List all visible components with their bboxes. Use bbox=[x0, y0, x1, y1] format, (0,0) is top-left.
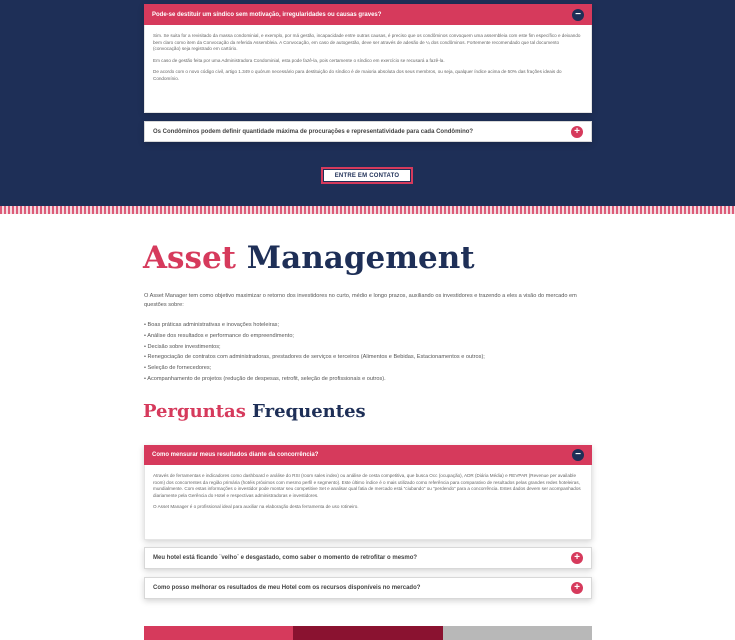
decorative-stripe bbox=[0, 206, 735, 214]
list-item: Decisão sobre investimentos; bbox=[144, 342, 594, 353]
faq-answer-paragraph: De acordo com o novo código civil, artig… bbox=[153, 69, 562, 81]
collapse-icon[interactable]: − bbox=[572, 8, 584, 21]
list-item: Seleção de fornecedores; bbox=[144, 363, 594, 374]
footer-bar-accent bbox=[144, 626, 294, 640]
faq-item-retrofit: Meu hotel está ficando ¨velho¨ e desgast… bbox=[144, 547, 592, 569]
footer-bar-gray bbox=[442, 626, 592, 640]
expand-icon[interactable]: + bbox=[571, 125, 583, 138]
faq-item-procuracoes: Os Condôminos podem definir quantidade m… bbox=[144, 121, 592, 142]
faq-item-concorrencia: Como mensurar meus resultados diante da … bbox=[144, 445, 592, 540]
asset-bullet-list: Boas práticas administrativas e inovaçõe… bbox=[144, 320, 594, 385]
heading-light-word: Perguntas bbox=[143, 401, 246, 422]
faq-question-title: Os Condôminos podem definir quantidade m… bbox=[153, 128, 474, 135]
collapse-icon[interactable]: − bbox=[572, 449, 584, 461]
faq-answer: Sim. Se suita for a revisitado da massa … bbox=[144, 25, 592, 113]
faq-question-title: Pode-se destituir um síndico sem motivaç… bbox=[152, 11, 382, 18]
heading-light-word: Asset bbox=[143, 240, 236, 276]
faq-question-header[interactable]: Como mensurar meus resultados diante da … bbox=[144, 445, 592, 465]
expand-icon[interactable]: + bbox=[571, 552, 583, 564]
faq-answer-paragraph: O Asset Manager é o profissional ideal p… bbox=[153, 504, 359, 510]
list-item: Acompanhamento de projetos (redução de d… bbox=[144, 374, 594, 385]
footer-color-bars bbox=[144, 626, 592, 640]
faq-question-header[interactable]: Pode-se destituir um síndico sem motivaç… bbox=[144, 4, 592, 25]
faq-question-header[interactable]: Como posso melhorar os resultados de meu… bbox=[144, 577, 592, 599]
faq-answer-paragraph: Em caso de gestão feita por uma Administ… bbox=[153, 57, 445, 63]
faq-question-header[interactable]: Meu hotel está ficando ¨velho¨ e desgast… bbox=[144, 547, 592, 569]
list-item: Renegociação de contratos com administra… bbox=[144, 352, 594, 363]
heading-bold-word: Frequentes bbox=[252, 401, 366, 422]
list-item: Análise dos resultados e performance do … bbox=[144, 331, 594, 342]
faq-item-destituir-sindico: Pode-se destituir um síndico sem motivaç… bbox=[144, 4, 592, 113]
faq-question-title: Como mensurar meus resultados diante da … bbox=[152, 452, 319, 458]
asset-intro: O Asset Manager tem como objetivo maximi… bbox=[144, 293, 577, 308]
expand-icon[interactable]: + bbox=[571, 582, 583, 594]
faq-answer-paragraph: Através de ferramentas e indicadores com… bbox=[153, 473, 581, 498]
faq-answer: Através de ferramentas e indicadores com… bbox=[144, 465, 592, 540]
faq-question-title: Meu hotel está ficando ¨velho¨ e desgast… bbox=[153, 555, 418, 561]
list-item: Boas práticas administrativas e inovaçõe… bbox=[144, 320, 594, 331]
asset-management-heading: Asset Management bbox=[143, 238, 475, 278]
heading-bold-word: Management bbox=[246, 240, 475, 276]
faq-question-header[interactable]: Os Condôminos podem definir quantidade m… bbox=[144, 121, 592, 142]
faq-answer-paragraph: Sim. Se suita for a revisitado da massa … bbox=[153, 33, 581, 52]
contact-button[interactable]: ENTRE EM CONTATO bbox=[321, 167, 413, 184]
faq-question-title: Como posso melhorar os resultados de meu… bbox=[153, 585, 421, 591]
faq-heading: Perguntas Frequentes bbox=[143, 399, 366, 425]
footer-bar-maroon bbox=[293, 626, 443, 640]
faq-item-recursos: Como posso melhorar os resultados de meu… bbox=[144, 577, 592, 599]
